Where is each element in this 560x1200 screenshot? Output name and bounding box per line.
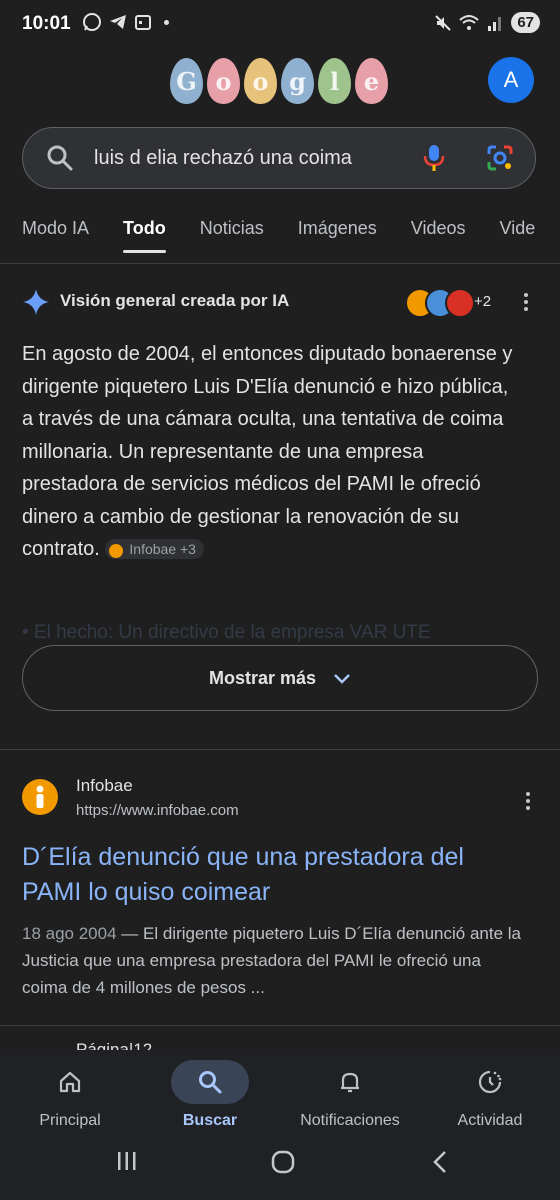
nav-home[interactable]: Principal bbox=[0, 1060, 140, 1130]
logo-letter: G bbox=[170, 58, 203, 104]
tab-news[interactable]: Noticias bbox=[200, 218, 264, 239]
google-logo[interactable]: G o o g l e bbox=[170, 58, 388, 104]
battery-indicator: 67 bbox=[511, 12, 540, 33]
result-snippet: 18 ago 2004 — El dirigente piquetero Lui… bbox=[22, 920, 522, 1001]
result-title-link[interactable]: D´Elía denunció que una prestadora del P… bbox=[22, 840, 522, 910]
home-button-icon[interactable] bbox=[271, 1150, 295, 1174]
tab-videos[interactable]: Videos bbox=[411, 218, 466, 239]
logo-letter: o bbox=[207, 58, 240, 104]
home-icon bbox=[59, 1071, 81, 1093]
activity-icon bbox=[478, 1070, 502, 1094]
nav-notifications-label: Notificaciones bbox=[300, 1112, 400, 1129]
show-more-label[interactable]: Mostrar más bbox=[0, 668, 560, 689]
section-divider bbox=[0, 749, 560, 750]
ai-overview-body: En agosto de 2004, el entonces diputado … bbox=[22, 343, 513, 560]
status-time: 10:01 bbox=[22, 13, 71, 34]
telegram-icon bbox=[110, 15, 126, 29]
tab-ai-mode[interactable]: Modo IA bbox=[22, 218, 89, 239]
ai-overview-title: Visión general creada por IA bbox=[60, 291, 290, 310]
citation-chip[interactable]: Infobae +3 bbox=[105, 539, 204, 560]
whatsapp-icon bbox=[83, 13, 101, 31]
result-options-icon[interactable] bbox=[526, 792, 530, 810]
show-more-text: Mostrar más bbox=[208, 668, 317, 688]
infobae-favicon-icon bbox=[22, 779, 58, 815]
logo-letter: e bbox=[355, 58, 388, 104]
nav-activity-label: Actividad bbox=[457, 1112, 523, 1129]
result-divider bbox=[0, 1025, 560, 1026]
search-tabs: Modo IA Todo Noticias Imágenes Videos Vi… bbox=[22, 218, 536, 253]
bell-icon bbox=[341, 1072, 359, 1093]
tab-all[interactable]: Todo bbox=[123, 218, 166, 253]
notification-icons bbox=[82, 12, 169, 32]
search-input[interactable]: luis d elia rechazó una coima bbox=[94, 147, 352, 170]
system-icons: 67 bbox=[434, 12, 540, 33]
search-icon bbox=[199, 1071, 222, 1094]
tab-images[interactable]: Imágenes bbox=[298, 218, 377, 239]
gemini-sparkle-icon bbox=[23, 289, 49, 315]
nav-search[interactable]: Buscar bbox=[140, 1060, 280, 1130]
back-icon[interactable] bbox=[430, 1150, 450, 1174]
tabs-divider bbox=[0, 263, 560, 264]
logo-letter: l bbox=[318, 58, 351, 104]
search-icon bbox=[47, 145, 73, 171]
avatar[interactable]: A bbox=[488, 57, 534, 103]
nav-activity[interactable]: Actividad bbox=[420, 1060, 560, 1130]
more-options-icon[interactable] bbox=[524, 293, 528, 311]
ai-overview-text: En agosto de 2004, el entonces diputado … bbox=[22, 338, 522, 566]
result-site-url[interactable]: https://www.infobae.com bbox=[76, 802, 239, 819]
result-date: 18 ago 2004 bbox=[22, 924, 117, 943]
dot-icon bbox=[164, 19, 169, 25]
nav-home-label: Principal bbox=[39, 1112, 101, 1129]
nav-search-label: Buscar bbox=[182, 1112, 238, 1129]
sources-more-count[interactable]: +2 bbox=[474, 293, 491, 310]
infobae-favicon-icon bbox=[109, 543, 124, 558]
tab-videos-more[interactable]: Vide bbox=[500, 218, 536, 239]
logo-letter: o bbox=[244, 58, 277, 104]
logo-letter: g bbox=[281, 58, 314, 104]
source-favicon[interactable] bbox=[445, 288, 475, 318]
signal-icon bbox=[488, 16, 502, 31]
google-lens-icon[interactable] bbox=[486, 144, 514, 172]
faded-line-text: El hecho: Un directivo de la empresa VAR… bbox=[33, 622, 431, 643]
recent-apps-icon[interactable] bbox=[116, 1150, 138, 1172]
citation-label: Infobae +3 bbox=[129, 541, 196, 558]
ai-overview-faded-text: • El hecho: Un directivo de la empresa V… bbox=[22, 622, 431, 643]
result-site-name[interactable]: Infobae bbox=[76, 776, 133, 796]
nav-notifications[interactable]: Notificaciones bbox=[280, 1060, 420, 1130]
calendar-icon bbox=[135, 15, 151, 30]
microphone-icon[interactable] bbox=[422, 143, 446, 173]
mute-icon bbox=[435, 14, 452, 31]
chevron-down-icon bbox=[334, 674, 350, 685]
wifi-icon bbox=[459, 14, 479, 30]
